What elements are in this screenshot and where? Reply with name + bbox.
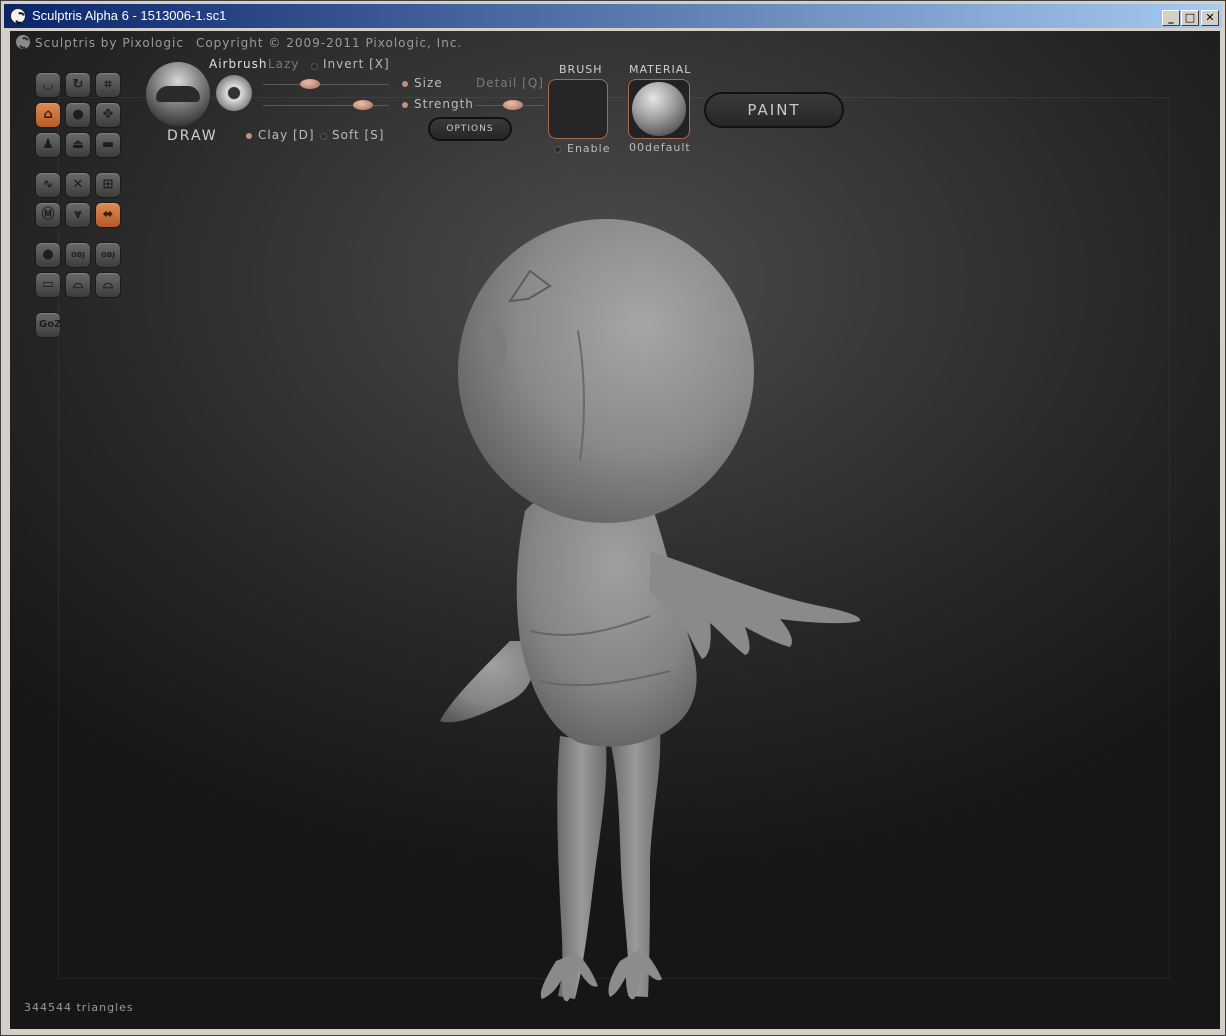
brush-falloff-icon[interactable] (216, 75, 252, 111)
draw-stroke-icon (156, 86, 200, 102)
right-foot (608, 949, 662, 1000)
tool-pinch[interactable]: ♟ (35, 132, 61, 158)
tool-inflate[interactable]: ● (65, 102, 91, 128)
head (458, 219, 754, 523)
pinch-icon: ♟ (42, 137, 54, 152)
minimize-button[interactable]: _ (1162, 10, 1180, 26)
symmetry-arrows-icon: ⬌ (102, 207, 114, 222)
triangle-count: 344544 triangles (24, 1001, 134, 1014)
goz-icon: GoZ (39, 319, 62, 330)
strength-slider-knob[interactable] (353, 100, 374, 110)
reduce-selected-icon: ✕ (72, 177, 84, 192)
tool-draw[interactable]: ⌂ (35, 102, 61, 128)
tool-import-obj[interactable]: OBJ (65, 242, 91, 268)
size-slider-knob[interactable] (300, 79, 321, 89)
tool-symmetry[interactable]: ⬌ (95, 202, 121, 228)
crease-icon: ◡ (43, 77, 53, 92)
tool-goz[interactable]: GoZ (35, 312, 61, 338)
tool-open[interactable]: ⌓ (65, 272, 91, 298)
torso (516, 487, 697, 747)
draw-tool-preview[interactable] (146, 62, 210, 126)
subdivide-icon: ⊞ (102, 177, 114, 192)
airbrush-toggle[interactable]: Airbrush (209, 57, 268, 71)
tool-smooth[interactable]: ▬ (95, 132, 121, 158)
clay-radio[interactable] (246, 133, 252, 139)
size-slider-track[interactable] (263, 84, 389, 85)
tool-crease[interactable]: ◡ (35, 72, 61, 98)
detail-slider-knob[interactable] (502, 100, 523, 110)
strength-label: Strength (414, 97, 474, 111)
reduce-brush-icon: ∿ (42, 177, 54, 192)
copyright-text: Copyright © 2009-2011 Pixologic, Inc. (195, 36, 463, 50)
close-button[interactable]: ✕ (1201, 10, 1219, 26)
rotate-icon: ↻ (72, 77, 84, 92)
left-wing (440, 641, 534, 723)
plane-icon: ▭ (41, 277, 55, 292)
invert-radio[interactable] (311, 63, 318, 70)
viewport[interactable]: Sculptris by Pixologic Copyright © 2009-2… (10, 31, 1220, 1029)
detail-label: Detail [Q] (476, 76, 544, 90)
brush-swatch[interactable] (548, 79, 608, 139)
import-obj-icon: OBJ (71, 251, 85, 259)
tool-crop[interactable]: ⌗ (95, 72, 121, 98)
tool-grab[interactable]: ✥ (95, 102, 121, 128)
crop-icon: ⌗ (104, 77, 112, 92)
lazy-toggle[interactable]: Lazy (268, 57, 299, 71)
tool-new-sphere[interactable]: ● (35, 242, 61, 268)
app-window: Sculptris Alpha 6 - 1513006-1.sc1 _ □ ✕ (0, 0, 1226, 1036)
sculpt-model[interactable] (10, 31, 1220, 1029)
tool-flatten[interactable]: ⏏ (65, 132, 91, 158)
material-sphere-icon (632, 82, 686, 136)
sphere-icon: ● (42, 247, 54, 262)
brush-enable-radio[interactable] (554, 146, 561, 153)
material-swatch[interactable] (628, 79, 690, 139)
window-title: Sculptris Alpha 6 - 1513006-1.sc1 (32, 8, 227, 23)
tool-wireframe[interactable]: ⩔ (65, 202, 91, 228)
size-label: Size (414, 76, 443, 90)
clay-label[interactable]: Clay [D] (258, 128, 315, 142)
options-button[interactable]: OPTIONS (428, 117, 512, 141)
tool-reduce-brush[interactable]: ∿ (35, 172, 61, 198)
invert-label[interactable]: Invert [X] (323, 57, 390, 71)
move-arrows-icon: ✥ (102, 107, 114, 122)
brush-enable-label[interactable]: Enable (567, 142, 610, 155)
tool-new-plane[interactable]: ▭ (35, 272, 61, 298)
tool-save[interactable]: ⌓ (95, 272, 121, 298)
open-file-icon: ⌓ (72, 277, 84, 292)
tool-rotate[interactable]: ↻ (65, 72, 91, 98)
maximize-button[interactable]: □ (1181, 10, 1199, 26)
sculptris-app-icon (10, 8, 26, 24)
flatten-icon: ⏏ (71, 137, 85, 152)
export-obj-icon: OBJ (101, 251, 115, 259)
material-heading: MATERIAL (629, 63, 692, 76)
draw-icon: ⌂ (43, 107, 53, 122)
tool-mask[interactable]: Ⓜ (35, 202, 61, 228)
brush-heading: BRUSH (559, 63, 603, 76)
pixologic-logo-icon (16, 35, 30, 49)
inflate-icon: ● (72, 107, 84, 122)
tool-subdivide[interactable]: ⊞ (95, 172, 121, 198)
save-icon: ⌓ (102, 277, 114, 292)
app-name: Sculptris by Pixologic (35, 36, 184, 50)
size-indicator (402, 81, 408, 87)
strength-indicator (402, 102, 408, 108)
title-bar[interactable]: Sculptris Alpha 6 - 1513006-1.sc1 _ □ ✕ (4, 4, 1222, 28)
tool-reduce-selected[interactable]: ✕ (65, 172, 91, 198)
left-foot (540, 953, 598, 1002)
wireframe-icon: ⩔ (74, 207, 82, 222)
soft-label[interactable]: Soft [S] (332, 128, 384, 142)
soft-radio[interactable] (320, 133, 327, 140)
tool-name: DRAW (167, 128, 218, 144)
paint-button[interactable]: PAINT (704, 92, 844, 128)
material-name: 00default (629, 141, 691, 154)
mask-icon: Ⓜ (41, 207, 55, 222)
smooth-icon: ▬ (101, 137, 115, 152)
tool-export-obj[interactable]: OBJ (95, 242, 121, 268)
app-header: Sculptris by Pixologic Copyright © 2009-2… (16, 35, 462, 50)
